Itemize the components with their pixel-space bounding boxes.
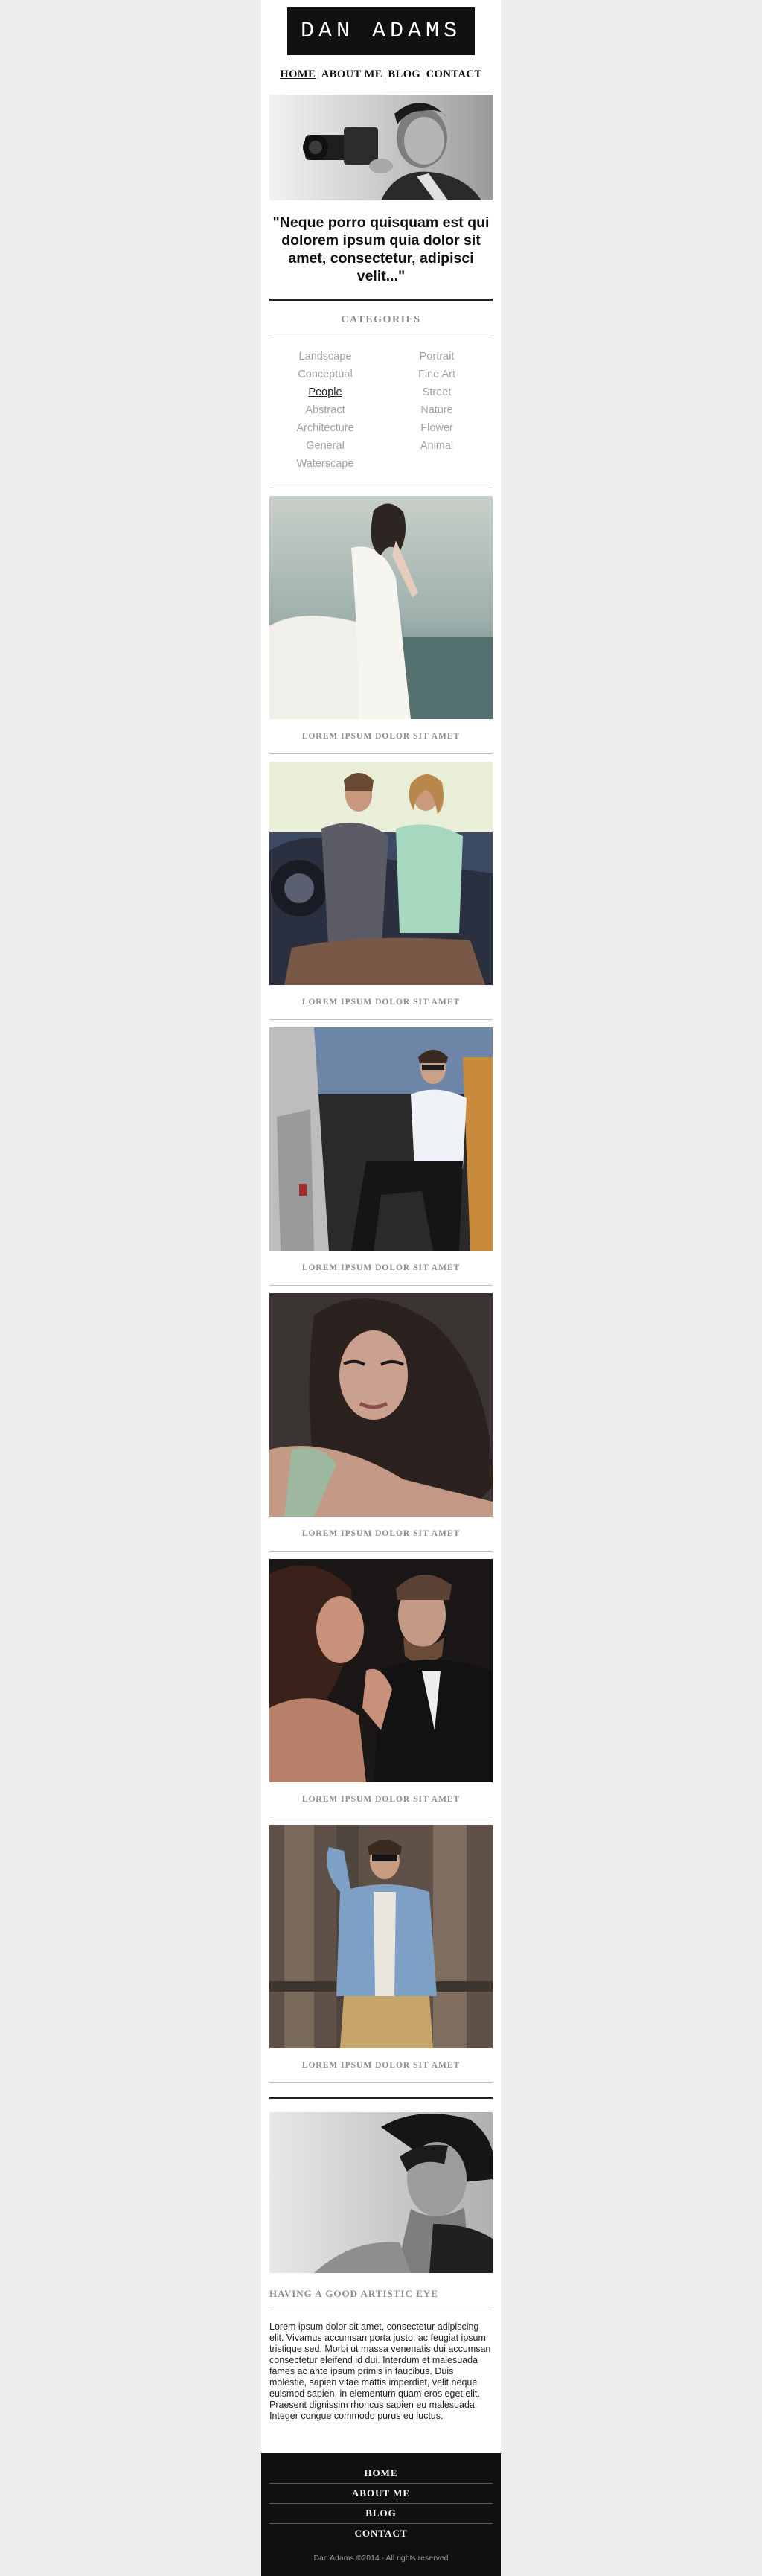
logo-text: DAN ADAMS bbox=[300, 19, 462, 44]
gallery-caption[interactable]: LOREM IPSUM DOLOR SIT AMET bbox=[269, 1251, 493, 1285]
categories-column-left: Landscape Conceptual People Abstract Arc… bbox=[269, 348, 381, 473]
footer-copyright: Dan Adams ©2014 - All rights reserved bbox=[313, 2554, 449, 2563]
section-divider bbox=[269, 2097, 493, 2099]
gallery-card: LOREM IPSUM DOLOR SIT AMET bbox=[269, 496, 493, 754]
nav-home[interactable]: HOME bbox=[280, 68, 316, 80]
category-link-nature[interactable]: Nature bbox=[381, 401, 493, 419]
footer-nav: HOME ABOUT ME BLOG CONTACT bbox=[269, 2464, 493, 2543]
gallery-divider bbox=[269, 753, 493, 754]
nav-separator: | bbox=[317, 68, 320, 80]
category-link-fine-art[interactable]: Fine Art bbox=[381, 366, 493, 383]
nav-contact[interactable]: CONTACT bbox=[426, 68, 482, 80]
nav-separator: | bbox=[422, 68, 425, 80]
category-link-abstract[interactable]: Abstract bbox=[269, 401, 381, 419]
categories-title: CATEGORIES bbox=[341, 314, 421, 325]
gallery-divider bbox=[269, 1551, 493, 1552]
gallery-image-couple-embrace[interactable] bbox=[269, 1559, 493, 1782]
gallery-image-woman-white-dress[interactable] bbox=[269, 496, 493, 719]
email-page: DAN ADAMS HOME | ABOUT ME | BLOG | CONTACT bbox=[261, 0, 501, 2576]
gallery-caption[interactable]: LOREM IPSUM DOLOR SIT AMET bbox=[269, 2048, 493, 2082]
gallery-caption[interactable]: LOREM IPSUM DOLOR SIT AMET bbox=[269, 985, 493, 1019]
gallery-card: LOREM IPSUM DOLOR SIT AMET bbox=[269, 1559, 493, 1817]
main-nav: HOME | ABOUT ME | BLOG | CONTACT bbox=[269, 68, 493, 81]
category-link-general[interactable]: General bbox=[269, 437, 381, 455]
gallery-divider bbox=[269, 1285, 493, 1286]
footer-link-contact[interactable]: CONTACT bbox=[269, 2524, 493, 2543]
nav-separator: | bbox=[383, 68, 387, 80]
category-link-architecture[interactable]: Architecture bbox=[269, 419, 381, 437]
gallery-card: LOREM IPSUM DOLOR SIT AMET bbox=[269, 762, 493, 1020]
category-link-conceptual[interactable]: Conceptual bbox=[269, 366, 381, 383]
category-link-street[interactable]: Street bbox=[381, 383, 493, 401]
site-logo[interactable]: DAN ADAMS bbox=[287, 7, 475, 55]
category-link-animal[interactable]: Animal bbox=[381, 437, 493, 455]
category-link-people[interactable]: People bbox=[269, 383, 381, 401]
gallery-caption[interactable]: LOREM IPSUM DOLOR SIT AMET bbox=[269, 1517, 493, 1551]
footer-link-home[interactable]: HOME bbox=[269, 2464, 493, 2484]
section-divider bbox=[269, 299, 493, 301]
footer-link-about-me[interactable]: ABOUT ME bbox=[269, 2484, 493, 2504]
category-link-waterscape[interactable]: Waterscape bbox=[269, 455, 381, 473]
gallery-card: LOREM IPSUM DOLOR SIT AMET bbox=[269, 1825, 493, 2083]
nav-about-me[interactable]: ABOUT ME bbox=[321, 68, 382, 80]
featured-quote: "Neque porro quisquam est qui dolorem ip… bbox=[272, 214, 490, 284]
gallery-image-man-denim-jacket[interactable] bbox=[269, 1825, 493, 2048]
gallery-divider bbox=[269, 1019, 493, 1020]
gallery-caption[interactable]: LOREM IPSUM DOLOR SIT AMET bbox=[269, 719, 493, 753]
category-link-portrait[interactable]: Portrait bbox=[381, 348, 493, 366]
gallery-image-woman-portrait[interactable] bbox=[269, 1293, 493, 1517]
feature-body-text: Lorem ipsum dolor sit amet, consectetur … bbox=[269, 2321, 491, 2421]
categories-list: Landscape Conceptual People Abstract Arc… bbox=[269, 348, 493, 482]
footer-link-blog[interactable]: BLOG bbox=[269, 2504, 493, 2524]
category-link-landscape[interactable]: Landscape bbox=[269, 348, 381, 366]
gallery-image-man-in-car-door[interactable] bbox=[269, 1027, 493, 1251]
feature-image-man-portrait[interactable] bbox=[269, 2112, 493, 2273]
gallery-card: LOREM IPSUM DOLOR SIT AMET bbox=[269, 1293, 493, 1552]
gallery-caption[interactable]: LOREM IPSUM DOLOR SIT AMET bbox=[269, 1782, 493, 1817]
gallery-divider bbox=[269, 2082, 493, 2083]
hero-photographer-image bbox=[269, 95, 493, 200]
gallery-image-couple-on-car[interactable] bbox=[269, 762, 493, 985]
feature-title: HAVING A GOOD ARTISTIC EYE bbox=[269, 2288, 438, 2299]
gallery-card: LOREM IPSUM DOLOR SIT AMET bbox=[269, 1027, 493, 1286]
nav-blog[interactable]: BLOG bbox=[388, 68, 420, 80]
footer: HOME ABOUT ME BLOG CONTACT Dan Adams ©20… bbox=[261, 2453, 501, 2576]
category-link-flower[interactable]: Flower bbox=[381, 419, 493, 437]
categories-column-right: Portrait Fine Art Street Nature Flower A… bbox=[381, 348, 493, 473]
